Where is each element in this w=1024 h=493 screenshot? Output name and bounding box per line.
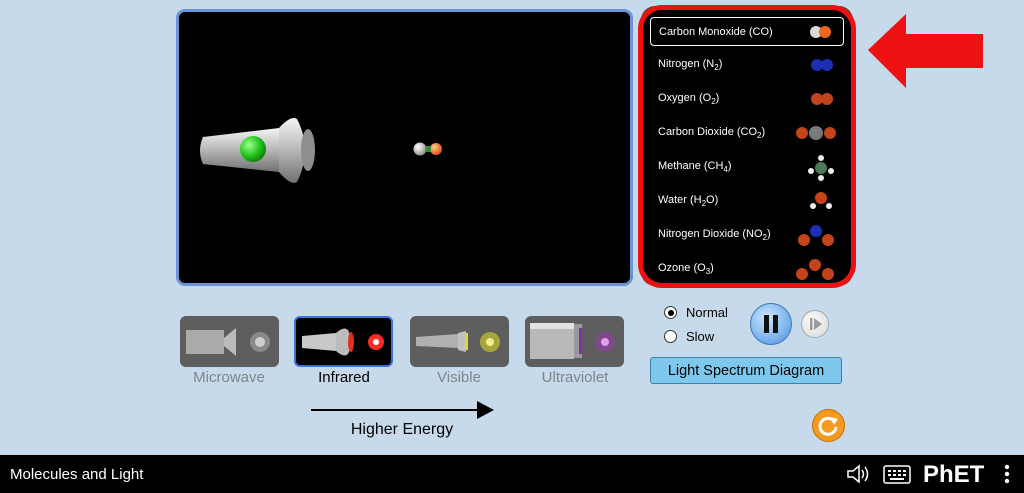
light-source-microwave[interactable] [180, 316, 279, 367]
speed-slow-radio[interactable]: Slow [664, 329, 714, 344]
infrared-emitter-icon [302, 328, 384, 356]
visible-emitter-icon [416, 331, 500, 352]
o3-molecule-icon [796, 259, 834, 280]
molecule-label: Ozone (O3) [658, 262, 714, 277]
h2o-molecule-icon [810, 192, 832, 209]
phet-logo[interactable]: PhET [923, 461, 984, 489]
molecule-item-o3[interactable]: Ozone (O3) [650, 255, 844, 284]
light-source-ultraviolet[interactable] [525, 316, 624, 367]
observation-window [176, 9, 633, 286]
co-molecule-icon [810, 26, 831, 38]
molecule-item-co2[interactable]: Carbon Dioxide (CO2) [650, 119, 844, 148]
molecule-item-n2[interactable]: Nitrogen (N2) [650, 51, 844, 80]
molecule-item-ch4[interactable]: Methane (CH4) [650, 153, 844, 182]
pause-button[interactable] [750, 303, 792, 345]
light-spectrum-diagram-button[interactable]: Light Spectrum Diagram [650, 357, 842, 384]
keyboard-icon[interactable] [883, 465, 911, 484]
reset-all-button[interactable] [812, 409, 845, 442]
pause-icon [764, 315, 778, 333]
co-molecule [413, 142, 442, 156]
molecule-label: Carbon Dioxide (CO2) [658, 126, 766, 141]
molecule-label: Methane (CH4) [658, 160, 732, 175]
molecule-item-o2[interactable]: Oxygen (O2) [650, 85, 844, 114]
step-forward-icon [810, 318, 822, 330]
molecule-item-no2[interactable]: Nitrogen Dioxide (NO2) [650, 221, 844, 250]
molecule-label: Oxygen (O2) [658, 92, 720, 107]
speed-slow-label: Slow [686, 329, 715, 344]
radio-indicator [664, 306, 677, 319]
molecule-label: Nitrogen (N2) [658, 58, 723, 73]
light-source-visible[interactable] [410, 316, 509, 367]
options-menu-icon[interactable] [1002, 463, 1012, 485]
infrared-emitter[interactable] [200, 118, 315, 183]
molecule-label: Carbon Monoxide (CO) [659, 25, 773, 38]
molecule-selector-panel: Carbon Monoxide (CO) Nitrogen (N2) Oxyge… [643, 8, 851, 284]
speed-normal-radio[interactable]: Normal [664, 305, 728, 320]
co2-molecule-icon [796, 126, 836, 140]
navigation-bar: Molecules and Light PhET [0, 455, 1024, 493]
molecule-label: Nitrogen Dioxide (NO2) [658, 228, 771, 243]
ultraviolet-emitter-icon [530, 323, 615, 359]
molecule-label: Water (H2O) [658, 194, 719, 209]
light-label-microwave: Microwave [193, 369, 265, 386]
radio-indicator [664, 330, 677, 343]
observation-scene [200, 118, 442, 183]
speed-normal-label: Normal [686, 305, 728, 320]
sim-title: Molecules and Light [10, 466, 144, 483]
n2-molecule-icon [811, 59, 833, 71]
light-source-infrared[interactable] [294, 316, 393, 367]
annotation-arrow-icon [868, 14, 983, 88]
ch4-molecule-icon [808, 155, 834, 181]
sound-icon[interactable] [846, 464, 872, 484]
molecule-item-co[interactable]: Carbon Monoxide (CO) [650, 17, 844, 46]
energy-label: Higher Energy [350, 421, 454, 438]
energy-arrow-icon [311, 401, 494, 419]
o2-molecule-icon [811, 93, 833, 105]
microwave-emitter-icon [186, 328, 270, 356]
no2-molecule-icon [798, 225, 834, 246]
reset-icon [818, 416, 838, 436]
molecule-item-h2o[interactable]: Water (H2O) [650, 187, 844, 216]
emitter-on-button[interactable] [240, 136, 266, 162]
light-label-infrared: Infrared [318, 369, 370, 386]
step-forward-button[interactable] [801, 310, 829, 338]
light-label-ultraviolet: Ultraviolet [541, 369, 609, 386]
light-label-visible: Visible [437, 369, 481, 386]
